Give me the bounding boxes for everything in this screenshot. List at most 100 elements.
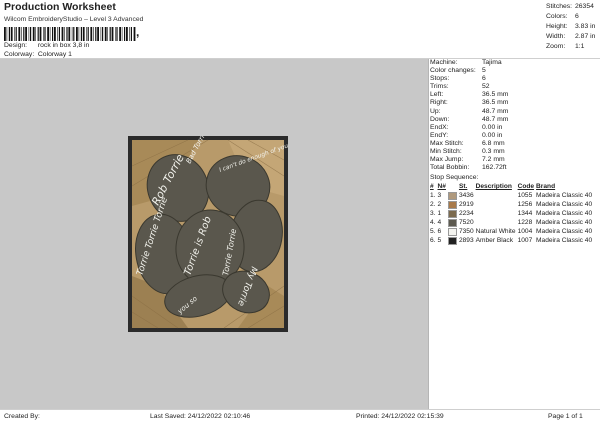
row-number: 1.: [430, 192, 436, 200]
machine-info-value: 36.5 mm: [482, 99, 509, 107]
color-swatch: [447, 236, 459, 245]
barcode: [4, 27, 136, 41]
stop-sequence-row: 5. 6 7350 Natural White 1004 Madeira Classic …: [430, 227, 594, 236]
machine-info-row: Down: 48.7 mm: [430, 116, 600, 124]
machine-info-value: 6.8 mm: [482, 139, 505, 147]
stop-sequence-header: # N# St. Description Code Brand: [430, 183, 556, 191]
thread-description: [476, 218, 518, 227]
stop-sequence-title: Stop Sequence:: [430, 174, 479, 182]
stop-sequence-row: 2. 2 2919 1256 Madeira Classic 40: [430, 200, 594, 209]
row-number: 6.: [430, 237, 436, 245]
stat-stitches: Stitches: 26354: [546, 3, 594, 10]
thread-color-swatch: [447, 191, 457, 200]
colorway-label: Colorway:: [4, 51, 35, 58]
thread-brand: Madeira Classic 40: [536, 201, 593, 209]
machine-info-label: Stops:: [430, 75, 450, 83]
design-value: rock in box 3,8 in: [37, 42, 90, 49]
design-row: Design: rock in box 3,8 in: [4, 42, 89, 49]
stitch-count: 2919: [458, 201, 474, 209]
row-number: 4.: [430, 219, 436, 227]
machine-info-row: Trims: 52: [430, 83, 600, 91]
machine-info-label: EndX:: [430, 123, 449, 131]
thread-color-swatch: [447, 227, 457, 236]
machine-info-row: Color changes: 5: [430, 67, 600, 75]
thread-brand: Madeira Classic 40: [536, 210, 593, 218]
thread-code: 1007: [517, 237, 533, 245]
thread-color-swatch: [447, 200, 457, 209]
machine-info-row: EndY: 0.00 in: [430, 132, 600, 140]
stat-width: Width: 2.87 in: [546, 33, 596, 40]
machine-info-value: 36.5 mm: [482, 91, 509, 99]
thread-brand: Madeira Classic 40: [536, 228, 593, 236]
needle-number: 3: [437, 192, 442, 200]
row-number: 3.: [430, 210, 436, 218]
stop-sequence-row: 6. 5 2893 Amber Black 1007 Madeira Classic 40: [430, 236, 594, 245]
machine-info-value: 52: [482, 83, 490, 91]
machine-info-value: 5: [482, 67, 486, 75]
machine-info-label: Min Stitch:: [430, 148, 462, 156]
stop-sequence-row: 1. 3 3436 1055 Madeira Classic 40: [430, 191, 594, 200]
machine-info-value: Tajima: [482, 59, 502, 66]
thread-code: 1256: [517, 201, 533, 209]
machine-info-value: 0.3 mm: [482, 148, 505, 156]
thread-code: 1055: [517, 192, 533, 200]
created-by: Created By:: [4, 413, 40, 420]
thread-description: [476, 191, 518, 200]
machine-info-label: Color changes:: [430, 67, 476, 75]
machine-info-row: Left: 36.5 mm: [430, 91, 600, 99]
machine-info-row: EndX: 0.00 in: [430, 124, 600, 132]
color-swatch: [447, 227, 459, 236]
thread-color-swatch: [447, 236, 457, 245]
barcode-suffix: ,: [136, 25, 140, 39]
stop-sequence-table: # N# St. Description Code Brand 1. 3 3436 1…: [430, 182, 594, 245]
stat-colors: Colors: 6: [546, 13, 579, 20]
color-swatch: [447, 209, 459, 218]
stitch-count: 2234: [458, 210, 474, 218]
thread-brand: Madeira Classic 40: [536, 192, 593, 200]
machine-info-value: 7.2 mm: [482, 156, 505, 164]
needle-number: 4: [437, 219, 442, 227]
machine-info-label: Machine:: [430, 59, 458, 66]
row-number: 2.: [430, 201, 436, 209]
stop-sequence-row: 4. 4 7520 1228 Madeira Classic 40: [430, 218, 594, 227]
machine-info-label: Max Stitch:: [430, 139, 464, 147]
machine-info-label: Max Jump:: [430, 156, 464, 164]
machine-info-label: Left:: [430, 91, 444, 99]
thread-description: [476, 209, 518, 218]
machine-info-label: EndY:: [430, 131, 449, 139]
machine-info-row: Up: 48.7 mm: [430, 108, 600, 116]
stop-sequence-row: 3. 1 2234 1344 Madeira Classic 40: [430, 209, 594, 218]
machine-info-value: 162.72ft: [482, 164, 507, 172]
thread-description: [476, 200, 518, 209]
row-number: 5.: [430, 228, 436, 236]
last-saved: Last Saved: 24/12/2022 02:10:46: [150, 413, 251, 420]
thread-brand: Madeira Classic 40: [536, 237, 593, 245]
color-swatch: [447, 200, 459, 209]
colorway-row: Colorway: Colorway 1: [4, 51, 72, 58]
page-number: Page 1 of 1: [548, 413, 583, 420]
needle-number: 5: [437, 237, 442, 245]
machine-info-value: 0.00 in: [482, 123, 503, 131]
machine-info-label: Trims:: [430, 83, 449, 91]
design-label: Design:: [4, 42, 28, 49]
thread-description: Amber Black: [475, 237, 513, 245]
colorway-value: Colorway 1: [37, 51, 72, 58]
summary-stats: Stitches: 26354 Colors: 6 Height: 3.83 in W…: [546, 2, 595, 52]
machine-info-value: 0.00 in: [482, 131, 503, 139]
machine-info-value: 48.7 mm: [482, 107, 509, 115]
machine-info-value: 48.7 mm: [482, 115, 509, 123]
stat-height: Height: 3.83 in: [546, 23, 596, 30]
machine-info-label: Down:: [430, 115, 450, 123]
needle-number: 2: [437, 201, 442, 209]
needle-number: 6: [437, 228, 442, 236]
thread-color-swatch: [447, 218, 457, 227]
stitch-count: 2893: [458, 237, 474, 245]
machine-info-value: 6: [482, 75, 486, 83]
thread-code: 1228: [517, 219, 533, 227]
thread-color-swatch: [447, 209, 457, 218]
stitch-count: 3436: [458, 192, 474, 200]
machine-info-row: Total Bobbin: 162.72ft: [430, 164, 600, 172]
machine-info-label: Up:: [430, 107, 441, 115]
thread-description: Natural White: [475, 228, 516, 236]
machine-info-row: Machine: Tajima: [430, 59, 600, 67]
